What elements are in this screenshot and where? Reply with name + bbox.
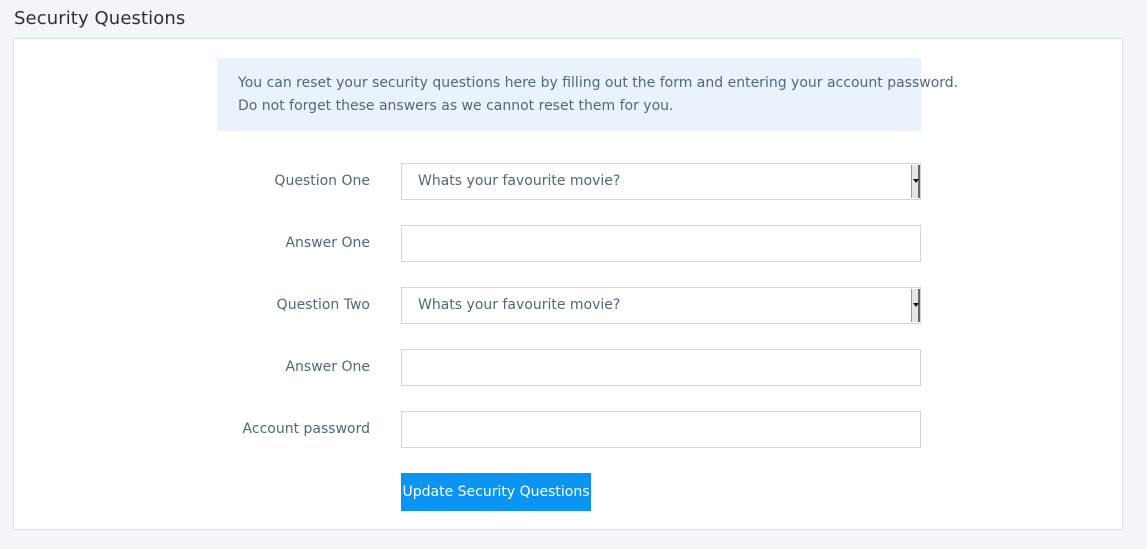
password-row: Account password — [14, 411, 1122, 448]
answer-one-input[interactable] — [401, 225, 921, 262]
dropdown-arrow-icon[interactable] — [911, 289, 920, 322]
question-one-select[interactable]: Whats your favourite movie? — [401, 163, 921, 200]
update-security-questions-button[interactable]: Update Security Questions — [401, 473, 591, 511]
password-label: Account password — [242, 421, 370, 437]
question-one-label: Question One — [274, 173, 370, 189]
info-text-line-2: Do not forget these answers as we cannot… — [238, 98, 674, 114]
answer-two-label: Answer One — [285, 359, 370, 375]
info-text-line-1: You can reset your security questions he… — [238, 75, 959, 91]
question-two-label: Question Two — [276, 297, 370, 313]
answer-one-row: Answer One — [14, 225, 1122, 262]
answer-two-row: Answer One — [14, 349, 1122, 386]
question-two-selected-value: Whats your favourite movie? — [418, 297, 621, 313]
page-title: Security Questions — [14, 8, 186, 29]
account-password-input[interactable] — [401, 411, 921, 448]
question-one-row: Question One Whats your favourite movie? — [14, 163, 1122, 200]
answer-one-label: Answer One — [285, 235, 370, 251]
answer-two-input[interactable] — [401, 349, 921, 386]
info-alert: You can reset your security questions he… — [217, 58, 959, 131]
dropdown-arrow-icon[interactable] — [911, 165, 920, 198]
question-two-select[interactable]: Whats your favourite movie? — [401, 287, 921, 324]
question-two-row: Question Two Whats your favourite movie? — [14, 287, 1122, 324]
security-questions-card: You can reset your security questions he… — [13, 38, 1123, 530]
question-one-selected-value: Whats your favourite movie? — [418, 173, 621, 189]
